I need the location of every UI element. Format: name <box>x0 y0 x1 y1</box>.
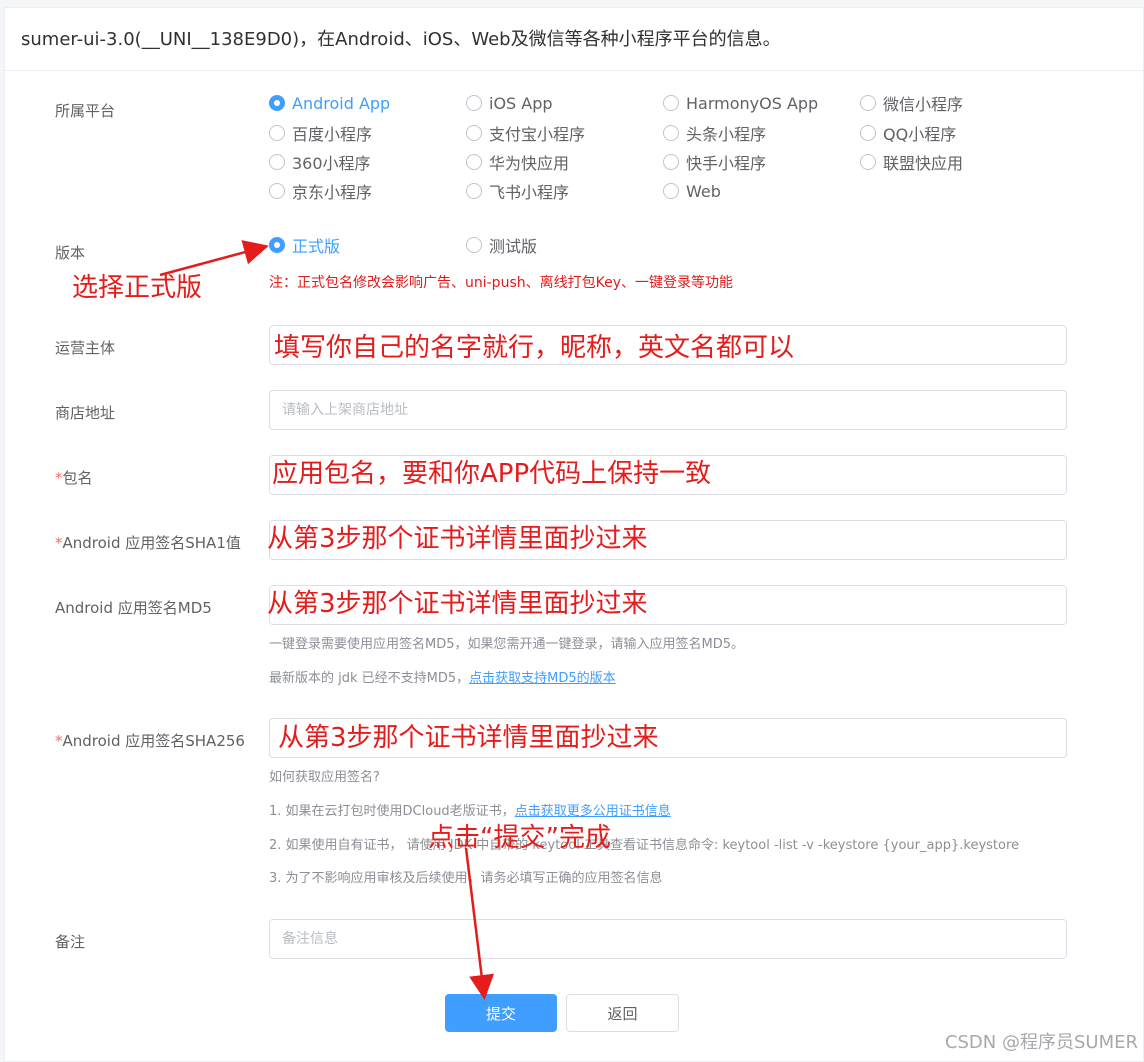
md5-note: 一键登录需要使用应用签名MD5，如果您需开通一键登录，请输入应用签名MD5。 <box>269 637 744 652</box>
platform-option-7[interactable]: QQ小程序 <box>860 121 956 145</box>
radio-circle-icon <box>860 125 876 141</box>
back-button[interactable]: 返回 <box>566 994 679 1032</box>
platform-option-5[interactable]: 支付宝小程序 <box>466 121 585 145</box>
annotation-copy-sha1: 从第3步那个证书详情里面抄过来 <box>267 524 648 554</box>
platform-option-12[interactable]: 京东小程序 <box>269 179 372 203</box>
radio-circle-icon <box>860 95 876 111</box>
platform-option-14[interactable]: Web <box>663 179 721 203</box>
radio-circle-icon <box>466 183 482 199</box>
platform-option-3[interactable]: 微信小程序 <box>860 91 963 115</box>
package-label: *包名 <box>55 467 93 488</box>
submit-button[interactable]: 提交 <box>445 994 557 1032</box>
version-label: 版本 <box>55 244 86 262</box>
sha1-label-text: Android 应用签名SHA1值 <box>62 534 241 552</box>
annotation-fill-name: 填写你自己的名字就行，昵称，英文名都可以 <box>274 333 795 363</box>
annotation-package-hint: 应用包名，要和你APP代码上保持一致 <box>272 459 712 489</box>
platform-option-label: QQ小程序 <box>883 125 957 144</box>
annotation-copy-md5: 从第3步那个证书详情里面抄过来 <box>267 589 648 619</box>
radio-circle-icon <box>663 154 679 170</box>
required-mark: * <box>55 732 63 750</box>
platform-option-6[interactable]: 头条小程序 <box>663 121 766 145</box>
sha256-label-text: Android 应用签名SHA256 <box>62 732 245 750</box>
platform-option-label: 联盟快应用 <box>883 154 964 173</box>
radio-circle-icon <box>269 154 285 170</box>
platform-option-13[interactable]: 飞书小程序 <box>466 179 569 203</box>
radio-circle-icon <box>466 125 482 141</box>
platform-option-label: 头条小程序 <box>686 125 767 144</box>
radio-circle-icon <box>269 125 285 141</box>
radio-circle-icon <box>269 237 285 253</box>
radio-circle-icon <box>466 154 482 170</box>
annotation-copy-sha256: 从第3步那个证书详情里面抄过来 <box>278 723 659 753</box>
platform-option-label: HarmonyOS App <box>686 93 819 113</box>
md5-jdk-note: 最新版本的 jdk 已经不支持MD5，点击获取支持MD5的版本 <box>269 667 616 686</box>
platform-option-label: 华为快应用 <box>489 154 570 173</box>
platform-option-2[interactable]: HarmonyOS App <box>663 91 818 115</box>
radio-circle-icon <box>663 125 679 141</box>
public-cert-link[interactable]: 点击获取更多公用证书信息 <box>515 804 671 819</box>
platform-option-label: 微信小程序 <box>883 95 964 114</box>
store-label: 商店地址 <box>55 404 116 422</box>
radio-circle-icon <box>466 95 482 111</box>
signature-help-title: 如何获取应用签名? <box>269 770 380 785</box>
platform-option-label: Web <box>686 181 721 201</box>
platform-option-4[interactable]: 百度小程序 <box>269 121 372 145</box>
version-option-1[interactable]: 测试版 <box>466 233 537 257</box>
platform-option-label: 京东小程序 <box>292 183 373 202</box>
annotation-click-submit: 点击“提交”完成 <box>428 823 611 853</box>
platform-option-11[interactable]: 联盟快应用 <box>860 150 963 174</box>
radio-circle-icon <box>269 183 285 199</box>
platform-option-label: 飞书小程序 <box>489 183 570 202</box>
radio-circle-icon <box>466 237 482 253</box>
version-warning: 注：正式包名修改会影响广告、uni-push、离线打包Key、一键登录等功能 <box>269 275 733 291</box>
platform-option-label: iOS App <box>489 93 553 113</box>
signature-help-1: 1. 如果在云打包时使用DCloud老版证书，点击获取更多公用证书信息 <box>269 800 671 819</box>
signature-help-3: 3. 为了不影响应用审核及后续使用，请务必填写正确的应用签名信息 <box>269 871 663 886</box>
md5-jdk-note-text: 最新版本的 jdk 已经不支持MD5， <box>269 671 470 686</box>
platform-option-label: 支付宝小程序 <box>489 125 586 144</box>
platform-option-label: 360小程序 <box>292 154 371 173</box>
store-url-input[interactable] <box>269 390 1067 430</box>
required-mark: * <box>55 469 63 487</box>
platform-option-label: Android App <box>292 93 391 113</box>
platform-option-1[interactable]: iOS App <box>466 91 553 115</box>
version-option-label: 测试版 <box>489 237 538 256</box>
platform-option-9[interactable]: 华为快应用 <box>466 150 569 174</box>
platform-option-label: 快手小程序 <box>686 154 767 173</box>
md5-label: Android 应用签名MD5 <box>55 599 212 617</box>
annotation-choose-release: 选择正式版 <box>72 273 203 303</box>
radio-circle-icon <box>269 95 285 111</box>
version-option-0[interactable]: 正式版 <box>269 233 340 257</box>
signature-help-1-text: 1. 如果在云打包时使用DCloud老版证书， <box>269 804 515 819</box>
package-label-text: 包名 <box>62 469 93 487</box>
sha256-label: *Android 应用签名SHA256 <box>55 730 245 751</box>
platform-label: 所属平台 <box>55 102 116 120</box>
page-title: sumer-ui-3.0(__UNI__138E9D0)，在Android、iO… <box>5 8 1143 71</box>
version-option-label: 正式版 <box>292 237 341 256</box>
radio-circle-icon <box>860 154 876 170</box>
md5-version-link[interactable]: 点击获取支持MD5的版本 <box>469 671 616 686</box>
radio-circle-icon <box>663 183 679 199</box>
platform-option-8[interactable]: 360小程序 <box>269 150 371 174</box>
platform-option-label: 百度小程序 <box>292 125 373 144</box>
remark-input[interactable] <box>269 919 1067 959</box>
sha1-label: *Android 应用签名SHA1值 <box>55 532 241 553</box>
operator-label: 运营主体 <box>55 339 116 357</box>
csdn-watermark: CSDN @程序员SUMER <box>944 1032 1138 1053</box>
platform-option-0[interactable]: Android App <box>269 91 390 115</box>
required-mark: * <box>55 534 63 552</box>
radio-circle-icon <box>663 95 679 111</box>
signature-help-2: 2. 如果使用自有证书， 请使用 JDK 中自带的 keytool 工具查看证书… <box>269 838 1020 853</box>
platform-option-10[interactable]: 快手小程序 <box>663 150 766 174</box>
remark-label: 备注 <box>55 933 86 951</box>
